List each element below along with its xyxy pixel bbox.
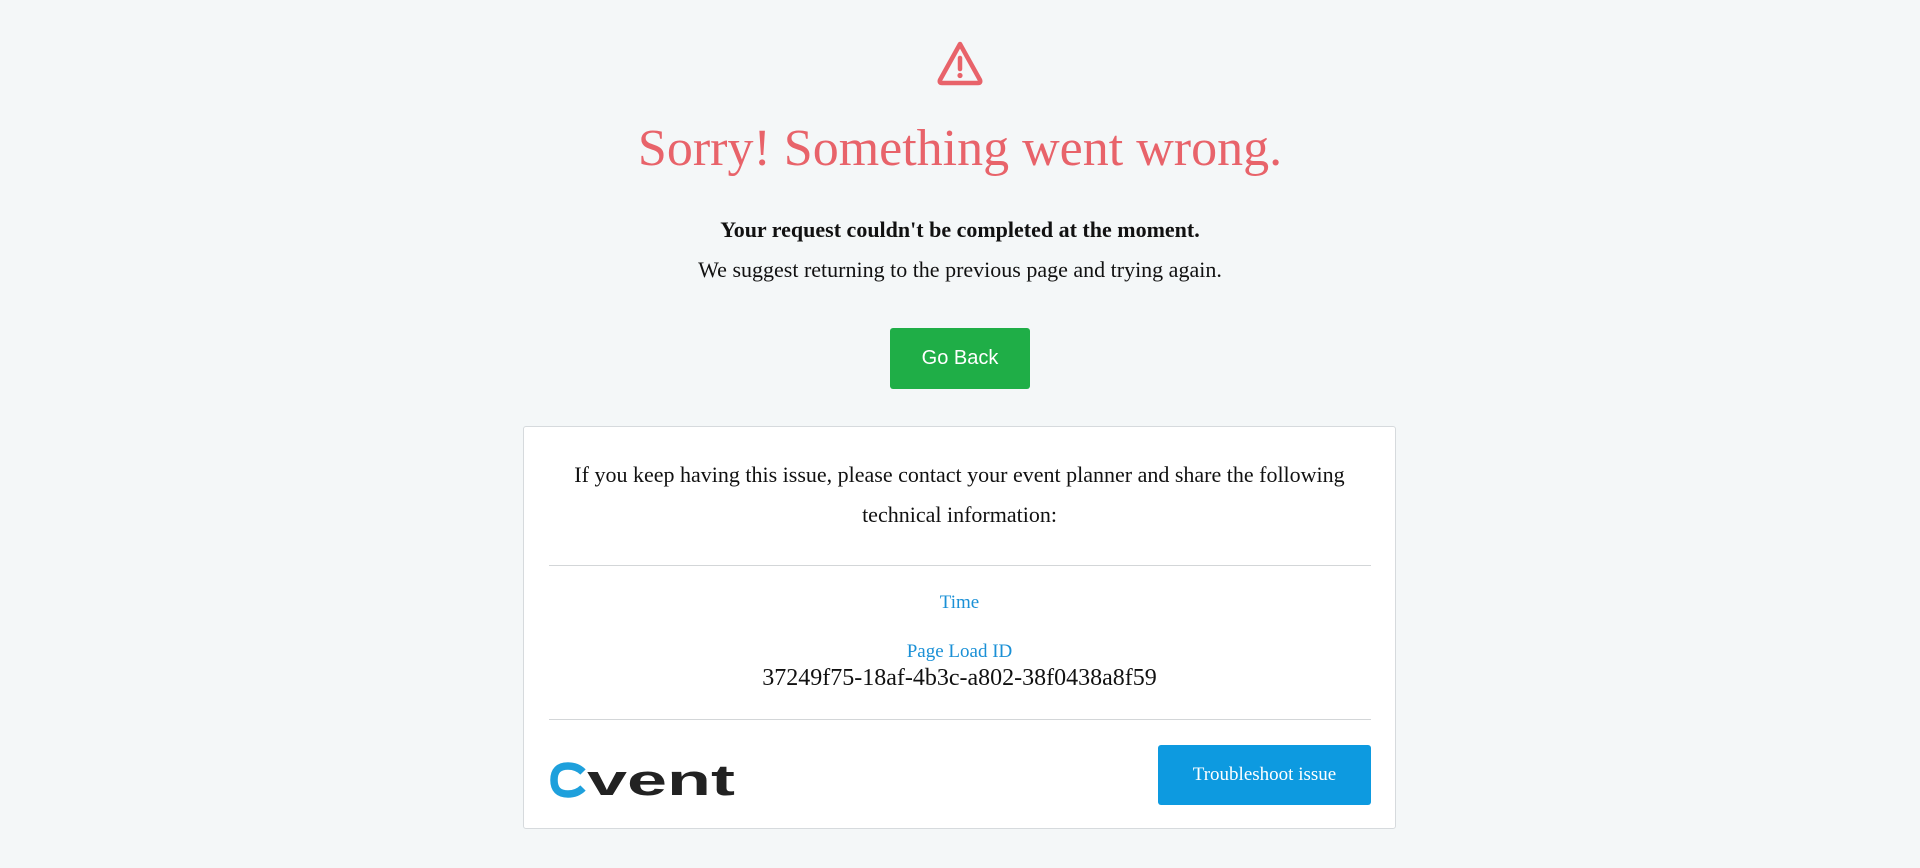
go-back-button[interactable]: Go Back bbox=[890, 328, 1030, 389]
warning-triangle-icon bbox=[937, 41, 983, 86]
divider bbox=[549, 565, 1371, 566]
error-page: Sorry! Something went wrong. Your reques… bbox=[0, 0, 1920, 868]
time-label: Time bbox=[939, 592, 980, 613]
contact-planner-text: If you keep having this issue, please co… bbox=[574, 462, 1345, 527]
page-load-id-value: 37249f75-18af-4b3c-a802-38f0438a8f59 bbox=[762, 665, 1157, 691]
error-suggestion: We suggest returning to the previous pag… bbox=[698, 257, 1222, 282]
cvent-logo: vent bbox=[550, 756, 736, 803]
error-title: Sorry! Something went wrong. bbox=[637, 120, 1283, 177]
technical-info-card: If you keep having this issue, please co… bbox=[523, 426, 1396, 829]
divider bbox=[549, 719, 1371, 720]
logo-text: vent bbox=[587, 756, 736, 803]
error-subtitle: Your request couldn't be completed at th… bbox=[720, 217, 1200, 242]
page-load-id-label: Page Load ID bbox=[906, 641, 1013, 662]
troubleshoot-issue-button[interactable]: Troubleshoot issue bbox=[1158, 745, 1371, 805]
